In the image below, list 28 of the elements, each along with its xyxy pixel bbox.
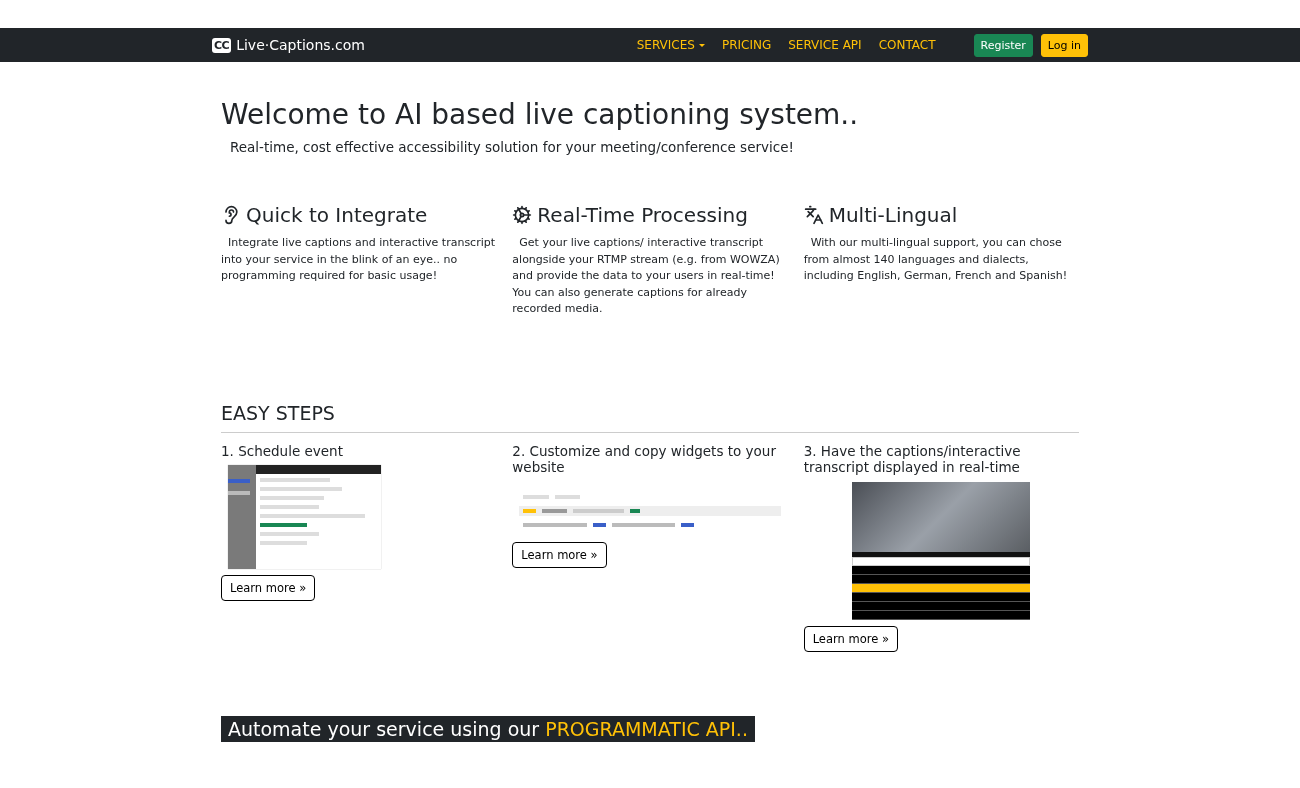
feature-text: With our multi-lingual support, you can chose from almost 140 languages and dialects, including English, German, French and Spanish!	[803, 235, 1069, 284]
nav-link[interactable]: CONTACT	[878, 38, 936, 52]
hero-subtitle: Real-time, cost effective accessibility solution for your meeting/conference service!	[230, 139, 795, 155]
step-title: 2. Customize and copy widgets to your website	[512, 442, 777, 476]
register-button[interactable]: Register	[973, 33, 1033, 57]
step-title: 1. Schedule event	[221, 442, 343, 459]
brand-link[interactable]: CC Live·Captions.com	[212, 37, 365, 53]
feature-title: Multi-Lingual	[828, 203, 958, 227]
login-button[interactable]: Log in	[1040, 33, 1088, 57]
feature-text: Get your live captions/ interactive transcript alongside your RTMP stream (e.g. from WOWZA) and provide the data to your users in real-time! You can also generate captions for already recorded media.	[512, 235, 781, 317]
cc-logo: CC	[212, 37, 232, 53]
hero-title: Welcome to AI based live captioning system..	[221, 98, 860, 131]
feature-title: Real-Time Processing	[537, 203, 748, 227]
brand-name: Live·Captions.com	[236, 37, 365, 53]
nav-link[interactable]: SERVICE API	[788, 38, 862, 52]
feature-title: Quick to Integrate	[246, 203, 428, 227]
language-icon	[803, 205, 824, 225]
gears-icon	[512, 205, 533, 225]
learn-more-button[interactable]: Learn more »	[803, 625, 898, 652]
learn-more-button[interactable]: Learn more »	[221, 575, 316, 601]
caret-icon	[698, 43, 705, 47]
step-title: 3. Have the captions/interactive transcript displayed in real-time	[803, 442, 1022, 476]
api-banner: Automate your service using our PROGRAMMATIC API..	[221, 715, 755, 742]
feature-text: Integrate live captions and interactive transcript into your service in the blink of an eye.. no programming required for basic usage!	[221, 235, 497, 284]
section-heading: EASY STEPS	[221, 401, 1079, 433]
nav-link[interactable]: SERVICES	[636, 38, 705, 52]
nav-link[interactable]: PRICING	[721, 38, 772, 52]
learn-more-button[interactable]: Learn more »	[512, 541, 607, 568]
